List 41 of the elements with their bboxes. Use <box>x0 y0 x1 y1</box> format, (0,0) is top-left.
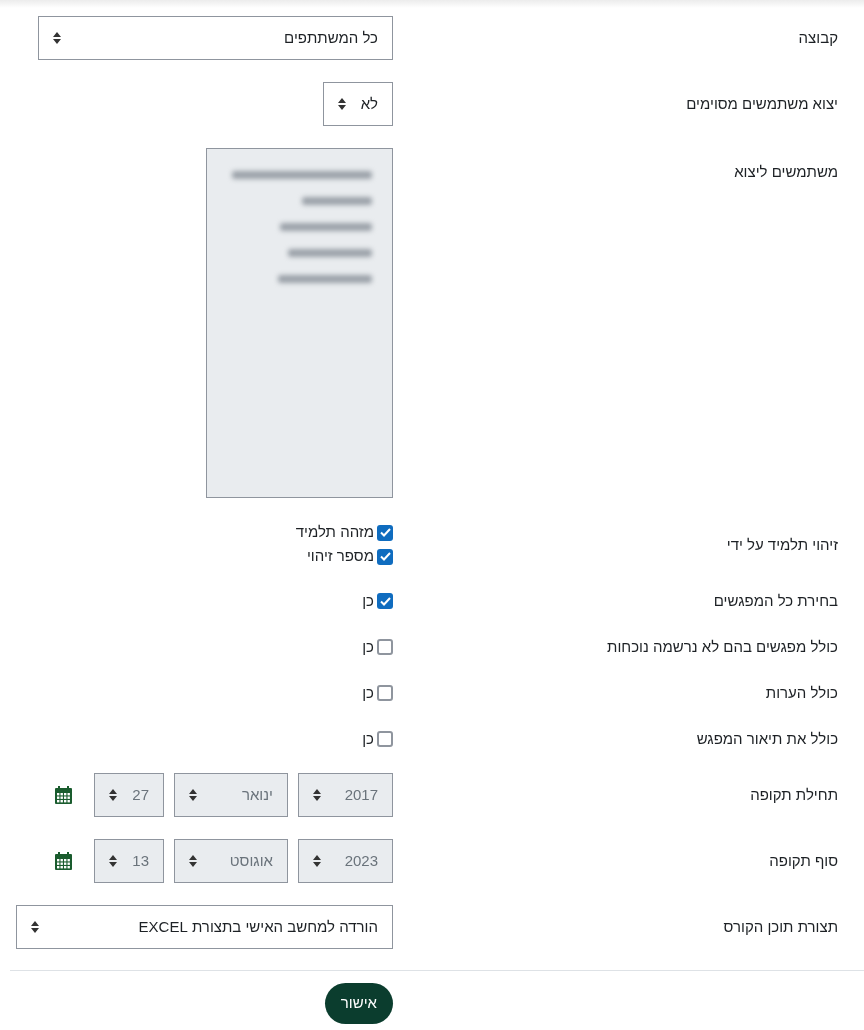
checkbox-label: כן <box>362 728 374 749</box>
checkbox[interactable] <box>377 593 393 609</box>
check-icon <box>379 596 391 606</box>
group-select[interactable]: כל המשתתפים <box>38 16 393 60</box>
yes-no-select[interactable]: לא <box>323 82 393 126</box>
field-label: כולל הערות <box>765 684 838 701</box>
checkbox[interactable] <box>377 731 393 747</box>
sort-caret-icon <box>189 789 197 801</box>
sort-caret-icon <box>109 855 117 867</box>
sort-caret-icon <box>313 789 321 801</box>
sort-caret-icon <box>109 789 117 801</box>
field-label: בחירת כל המפגשים <box>713 592 838 609</box>
sort-caret-icon <box>53 32 61 44</box>
field-label: כולל את תיאור המפגש <box>696 730 838 747</box>
field-label: סוף תקופה <box>769 852 838 869</box>
checkbox[interactable] <box>377 524 393 541</box>
field-label: תצורת תוכן הקורס <box>723 918 838 935</box>
field-label: כולל מפגשים בהם לא נרשמה נוכחות <box>607 638 838 655</box>
check-icon <box>379 528 391 537</box>
calendar-icon[interactable] <box>55 786 72 804</box>
submit-button[interactable]: אישור <box>324 983 393 1024</box>
calendar-icon[interactable] <box>55 852 72 870</box>
field-label: תחילת תקופה <box>750 786 838 803</box>
check-icon <box>379 552 391 561</box>
format-select[interactable]: הורדה למחשב האישי בתצורת EXCEL <box>16 905 393 949</box>
checkbox[interactable] <box>377 639 393 655</box>
checkbox[interactable] <box>377 548 393 565</box>
sort-caret-icon <box>189 855 197 867</box>
sort-caret-icon <box>31 921 39 933</box>
field-label: משתמשים ליצוא <box>734 163 838 180</box>
checkbox-label: כן <box>362 682 374 703</box>
sort-caret-icon <box>338 98 346 110</box>
sort-caret-icon <box>313 855 321 867</box>
field-label: זיהוי תלמיד על ידי <box>726 535 838 553</box>
checkbox-label: כן <box>362 636 374 657</box>
checkbox-label: מספר זיהוי <box>306 546 374 567</box>
field-label: קבוצה <box>798 29 838 46</box>
checkbox-label: מזהה תלמיד <box>295 522 374 543</box>
checkbox[interactable] <box>377 685 393 701</box>
checkbox-label: כן <box>362 590 374 611</box>
field-label: יצוא משתמשים מסוימים <box>686 95 838 112</box>
